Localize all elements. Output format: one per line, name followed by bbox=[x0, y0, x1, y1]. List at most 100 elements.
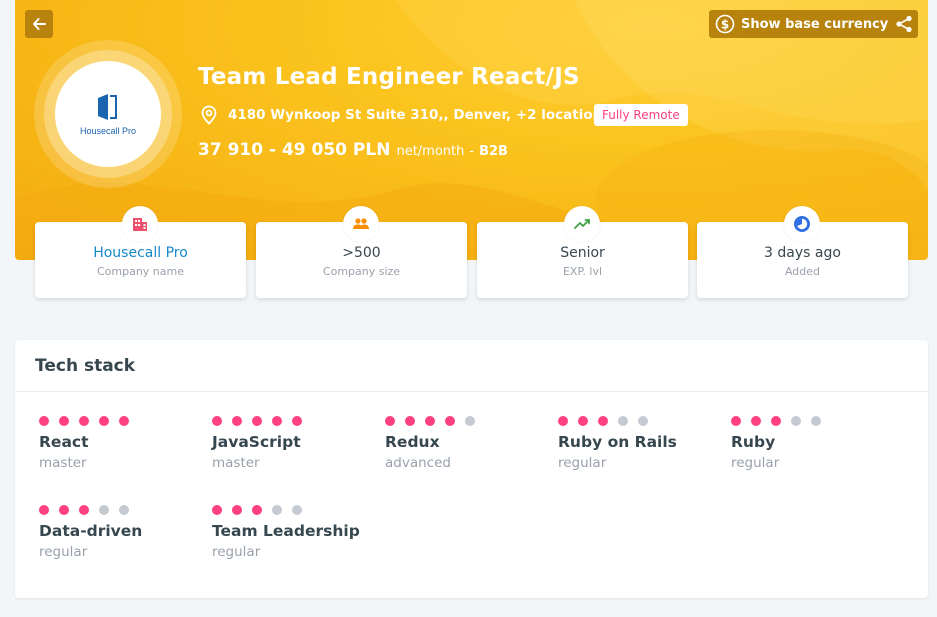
rating-dot-filled bbox=[292, 416, 302, 426]
experience-level-card: Senior EXP. lvl bbox=[477, 206, 688, 298]
skill-rating-dots bbox=[558, 416, 728, 426]
rating-dot-empty bbox=[272, 505, 282, 515]
size-icon-badge bbox=[343, 206, 379, 242]
skill-level: regular bbox=[39, 544, 88, 560]
tech-stack-title: Tech stack bbox=[35, 356, 136, 376]
show-base-currency-button[interactable]: $ Show base currency bbox=[709, 10, 899, 38]
rating-dot-empty bbox=[119, 505, 129, 515]
tech-skill-item: Team Leadership regular bbox=[212, 505, 382, 560]
company-logo-text: Housecall Pro bbox=[79, 126, 137, 136]
added-date-value: 3 days ago bbox=[764, 245, 841, 261]
rating-dot-filled bbox=[119, 416, 129, 426]
company-icon-badge bbox=[122, 206, 158, 242]
rating-dot-empty bbox=[811, 416, 821, 426]
back-button[interactable] bbox=[25, 10, 53, 38]
rating-dot-filled bbox=[272, 416, 282, 426]
skill-name: Ruby bbox=[731, 433, 776, 451]
contract-type: B2B bbox=[479, 144, 508, 159]
currency-button-label: Show base currency bbox=[741, 16, 889, 32]
remote-badge: Fully Remote bbox=[594, 104, 688, 126]
skill-name: Team Leadership bbox=[212, 522, 360, 540]
rating-dot-filled bbox=[39, 505, 49, 515]
arrow-left-icon bbox=[33, 18, 46, 30]
company-size-card: >500 Company size bbox=[256, 206, 467, 298]
rating-dot-filled bbox=[232, 416, 242, 426]
trend-icon bbox=[574, 219, 590, 229]
skill-level: regular bbox=[212, 544, 261, 560]
rating-dot-filled bbox=[79, 416, 89, 426]
skill-level: master bbox=[39, 455, 87, 471]
rating-dot-filled bbox=[59, 505, 69, 515]
location-dropdown[interactable]: 4180 Wynkoop St Suite 310,, Denver, +2 l… bbox=[200, 105, 630, 125]
added-date-label: Added bbox=[784, 265, 821, 278]
location-pin-icon bbox=[201, 105, 217, 125]
tech-skill-item: Redux advanced bbox=[385, 416, 555, 471]
skill-name: React bbox=[39, 433, 89, 451]
skill-rating-dots bbox=[731, 416, 901, 426]
location-text: 4180 Wynkoop St Suite 310,, Denver, +2 l… bbox=[228, 107, 611, 123]
skill-rating-dots bbox=[212, 416, 382, 426]
rating-dot-filled bbox=[405, 416, 415, 426]
rating-dot-filled bbox=[252, 416, 262, 426]
company-name-label: Company name bbox=[96, 265, 185, 278]
rating-dot-filled bbox=[731, 416, 741, 426]
added-icon-badge bbox=[784, 206, 820, 242]
tech-stack-divider bbox=[15, 391, 928, 392]
rating-dot-filled bbox=[39, 416, 49, 426]
skill-level: advanced bbox=[385, 455, 451, 471]
company-size-value: >500 bbox=[342, 245, 381, 261]
dollar-icon: $ bbox=[715, 14, 735, 34]
company-name-card: Housecall Pro Company name bbox=[35, 206, 246, 298]
rating-dot-filled bbox=[425, 416, 435, 426]
rating-dot-filled bbox=[771, 416, 781, 426]
skill-level: master bbox=[212, 455, 260, 471]
skill-level: regular bbox=[558, 455, 607, 471]
added-date-card: 3 days ago Added bbox=[697, 206, 908, 298]
share-icon bbox=[896, 15, 912, 33]
tech-skill-item: Ruby on Rails regular bbox=[558, 416, 728, 471]
company-name-link[interactable]: Housecall Pro bbox=[35, 245, 246, 261]
company-size-label: Company size bbox=[322, 265, 401, 278]
housecall-pro-logo-icon bbox=[98, 94, 117, 120]
skill-rating-dots bbox=[385, 416, 555, 426]
clock-icon bbox=[794, 216, 810, 232]
rating-dot-empty bbox=[99, 505, 109, 515]
experience-level-label: EXP. lvl bbox=[562, 265, 603, 278]
rating-dot-empty bbox=[618, 416, 628, 426]
svg-text:$: $ bbox=[721, 18, 729, 32]
rating-dot-empty bbox=[638, 416, 648, 426]
tech-skill-item: Data-driven regular bbox=[39, 505, 209, 560]
rating-dot-empty bbox=[292, 505, 302, 515]
rating-dot-filled bbox=[59, 416, 69, 426]
rating-dot-filled bbox=[212, 505, 222, 515]
tech-stack-section: Tech stack React master JavaScript master Re… bbox=[15, 340, 928, 598]
skill-rating-dots bbox=[212, 505, 382, 515]
people-icon bbox=[353, 218, 369, 229]
rating-dot-filled bbox=[558, 416, 568, 426]
skill-name: JavaScript bbox=[212, 433, 301, 451]
experience-level-value: Senior bbox=[560, 245, 605, 261]
rating-dot-empty bbox=[465, 416, 475, 426]
building-icon bbox=[133, 218, 147, 231]
rating-dot-empty bbox=[791, 416, 801, 426]
salary-separator: - bbox=[469, 144, 475, 159]
rating-dot-filled bbox=[79, 505, 89, 515]
tech-skill-item: Ruby regular bbox=[731, 416, 901, 471]
share-button[interactable] bbox=[890, 10, 918, 38]
skill-rating-dots bbox=[39, 416, 209, 426]
rating-dot-filled bbox=[445, 416, 455, 426]
rating-dot-filled bbox=[751, 416, 761, 426]
rating-dot-filled bbox=[99, 416, 109, 426]
company-logo: Housecall Pro bbox=[55, 61, 161, 167]
skill-name: Ruby on Rails bbox=[558, 433, 677, 451]
experience-icon-badge bbox=[564, 206, 600, 242]
tech-skill-item: JavaScript master bbox=[212, 416, 382, 471]
skill-name: Data-driven bbox=[39, 522, 143, 540]
skill-level: regular bbox=[731, 455, 780, 471]
rating-dot-filled bbox=[385, 416, 395, 426]
salary-period: net/month bbox=[396, 144, 465, 159]
rating-dot-filled bbox=[578, 416, 588, 426]
rating-dot-filled bbox=[598, 416, 608, 426]
rating-dot-filled bbox=[232, 505, 242, 515]
rating-dot-filled bbox=[252, 505, 262, 515]
